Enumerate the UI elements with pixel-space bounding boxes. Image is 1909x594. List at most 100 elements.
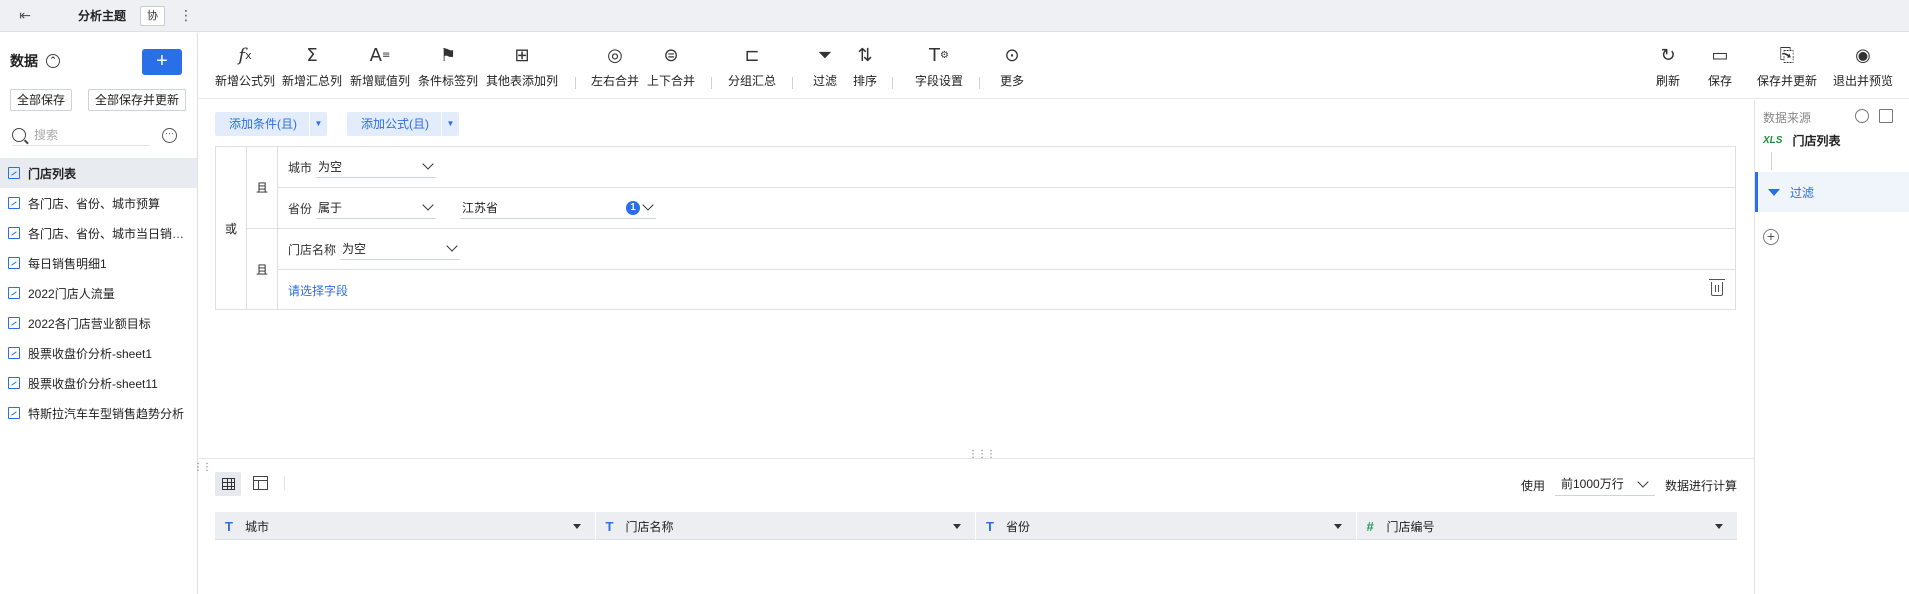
panel-title: 数据来源 — [1763, 111, 1812, 125]
table-icon — [8, 257, 20, 269]
data-sidebar: 数据 ⌃ + 全部保存 全部保存并更新 ··· 门店列表 各门店、省份、城市预算… — [0, 33, 198, 594]
save-button[interactable]: ▭ 保存 — [1708, 43, 1732, 89]
merge-tb-button[interactable]: ⊜ 上下合并 — [647, 43, 695, 89]
merge-tb-icon: ⊜ — [663, 44, 679, 66]
sort-button[interactable]: ⇅ 排序 — [853, 43, 877, 89]
list-item[interactable]: 股票收盘价分析-sheet11 — [0, 368, 197, 398]
caret-down-icon[interactable] — [572, 524, 581, 529]
save-update-button[interactable]: ⎘ 保存并更新 — [1757, 43, 1817, 89]
or-label[interactable]: 或 — [216, 147, 247, 309]
exit-icon[interactable]: ⇤ — [0, 0, 50, 32]
operator-select[interactable]: 为空 — [340, 238, 460, 260]
group-summary-button[interactable]: ⊏ 分组汇总 — [728, 43, 776, 89]
condition-field: 门店名称 — [288, 242, 337, 257]
table-view-icon[interactable] — [253, 476, 268, 490]
list-item[interactable]: 2022各门店营业额目标 — [0, 308, 197, 338]
chevron-down-icon — [422, 199, 434, 211]
trash-icon[interactable] — [1709, 279, 1725, 296]
table-icon — [8, 227, 20, 239]
condition-field: 省份 — [288, 201, 313, 216]
caret-down-icon[interactable]: ▼ — [441, 112, 459, 136]
sort-icon: ⇅ — [857, 44, 873, 66]
add-column-from-table-button[interactable]: ⊞ 其他表添加列 — [486, 43, 558, 89]
history-icon[interactable] — [1855, 109, 1869, 123]
caret-down-icon[interactable]: ▼ — [309, 112, 327, 136]
toolbar: fx 新增公式列 Σ 新增汇总列 A ≡ 新增赋值列 ⚑ 条件标签列 ⊞ 其他表添… — [199, 33, 1909, 99]
and-label[interactable]: 且 — [247, 147, 278, 229]
toolbar-divider — [892, 77, 893, 89]
toolbar-divider — [711, 77, 712, 89]
condition-tag-column-button[interactable]: ⚑ 条件标签列 — [418, 43, 478, 89]
use-label: 使用 — [1521, 479, 1546, 493]
chevron-down-icon — [422, 158, 434, 170]
operator-select[interactable]: 属于 — [316, 197, 436, 219]
resize-grip-icon[interactable]: ⋮⋮⋮ — [968, 449, 996, 460]
add-data-button[interactable]: + — [142, 49, 182, 75]
add-formula-column-button[interactable]: fx 新增公式列 — [215, 43, 275, 89]
number-type-icon: # — [1366, 518, 1374, 534]
group-icon: ⊏ — [744, 44, 760, 66]
list-item[interactable]: 各门店、省份、城市当日销售额 — [0, 218, 197, 248]
field-settings-button[interactable]: T ⚙ 字段设置 — [915, 43, 963, 89]
toolbar-divider — [979, 77, 980, 89]
table-icon — [8, 317, 20, 329]
list-item[interactable]: 2022门店人流量 — [0, 278, 197, 308]
more-icon: ⊙ — [1004, 44, 1020, 66]
caret-down-icon[interactable] — [1715, 524, 1723, 529]
column-header[interactable]: T 省份 — [976, 512, 1357, 540]
add-condition-button[interactable]: 添加条件(且) ▼ — [215, 112, 327, 136]
column-header[interactable]: T 城市 — [215, 512, 596, 540]
exit-preview-button[interactable]: ◉ 退出并预览 — [1833, 43, 1893, 89]
excel-icon: XLS — [1763, 135, 1783, 146]
condition-group: 或 且 且 城市 为空 省份 属于 江苏省 1 门店名称 为空 请选择字段 — [215, 146, 1736, 310]
toolbar-divider — [575, 77, 576, 89]
filter-conditions: 添加条件(且) ▼ 添加公式(且) ▼ 或 且 且 城市 为空 省份 属于 江苏… — [199, 100, 1754, 458]
row-limit-select[interactable]: 前1000万行 — [1555, 472, 1655, 496]
list-item[interactable]: 每日销售明细1 — [0, 248, 197, 278]
save-update-icon: ⎘ — [1779, 44, 1795, 66]
add-formula-button[interactable]: 添加公式(且) ▼ — [347, 112, 459, 136]
list-item[interactable]: 特斯拉汽车车型销售趋势分析 — [0, 398, 197, 428]
layout-icon[interactable] — [1879, 109, 1893, 123]
and-label[interactable]: 且 — [247, 229, 278, 309]
add-summary-column-button[interactable]: Σ 新增汇总列 — [282, 43, 342, 89]
sidebar-resize-handle[interactable]: ⋮⋮ — [193, 462, 212, 473]
more-button[interactable]: ⊙ 更多 — [1000, 43, 1024, 89]
list-item[interactable]: 门店列表 — [0, 158, 197, 188]
toolbar-divider — [792, 77, 793, 89]
table-icon — [8, 287, 20, 299]
list-item[interactable]: 股票收盘价分析-sheet1 — [0, 338, 197, 368]
more-vertical-icon[interactable]: ⋮ — [179, 7, 193, 24]
column-header[interactable]: T 门店名称 — [596, 512, 976, 540]
refresh-button[interactable]: ↻ 刷新 — [1656, 43, 1680, 89]
save-all-update-button[interactable]: 全部保存并更新 — [88, 89, 187, 111]
page-title: 分析主题 — [78, 9, 127, 23]
tag-icon: ⚑ — [439, 44, 457, 66]
column-header[interactable]: # 门店编号 — [1357, 512, 1738, 540]
step-connector — [1771, 152, 1772, 170]
data-source[interactable]: XLS 门店列表 — [1763, 132, 1840, 149]
collapse-icon[interactable]: ⌃ — [46, 54, 60, 68]
chevron-down-icon — [1637, 476, 1649, 488]
select-field-link[interactable]: 请选择字段 — [288, 282, 348, 299]
list-item[interactable]: 各门店、省份、城市预算 — [0, 188, 197, 218]
add-assign-column-button[interactable]: A ≡ 新增赋值列 — [350, 43, 410, 89]
grid-view-button[interactable] — [215, 472, 241, 496]
caret-down-icon[interactable] — [953, 524, 961, 529]
collaborate-button[interactable]: 协 — [140, 5, 166, 26]
save-all-button[interactable]: 全部保存 — [10, 89, 73, 111]
more-options-icon[interactable]: ··· — [162, 128, 177, 143]
condition-row: 请选择字段 — [278, 270, 1735, 311]
add-step-button[interactable]: + — [1763, 229, 1779, 245]
search-input[interactable] — [34, 127, 134, 142]
operator-select[interactable]: 为空 — [316, 156, 436, 178]
preview-icon: ◉ — [1855, 44, 1871, 66]
table-icon — [8, 167, 20, 179]
caret-down-icon[interactable] — [1333, 524, 1342, 529]
condition-row: 省份 属于 江苏省 1 — [278, 188, 1735, 229]
merge-lr-button[interactable]: ◎ 左右合并 — [591, 43, 639, 89]
filter-button[interactable]: ⏷ 过滤 — [813, 43, 837, 89]
condition-row: 门店名称 为空 — [278, 229, 1735, 270]
text-type-icon: T — [225, 518, 233, 534]
filter-step[interactable]: 过滤 — [1755, 172, 1909, 212]
